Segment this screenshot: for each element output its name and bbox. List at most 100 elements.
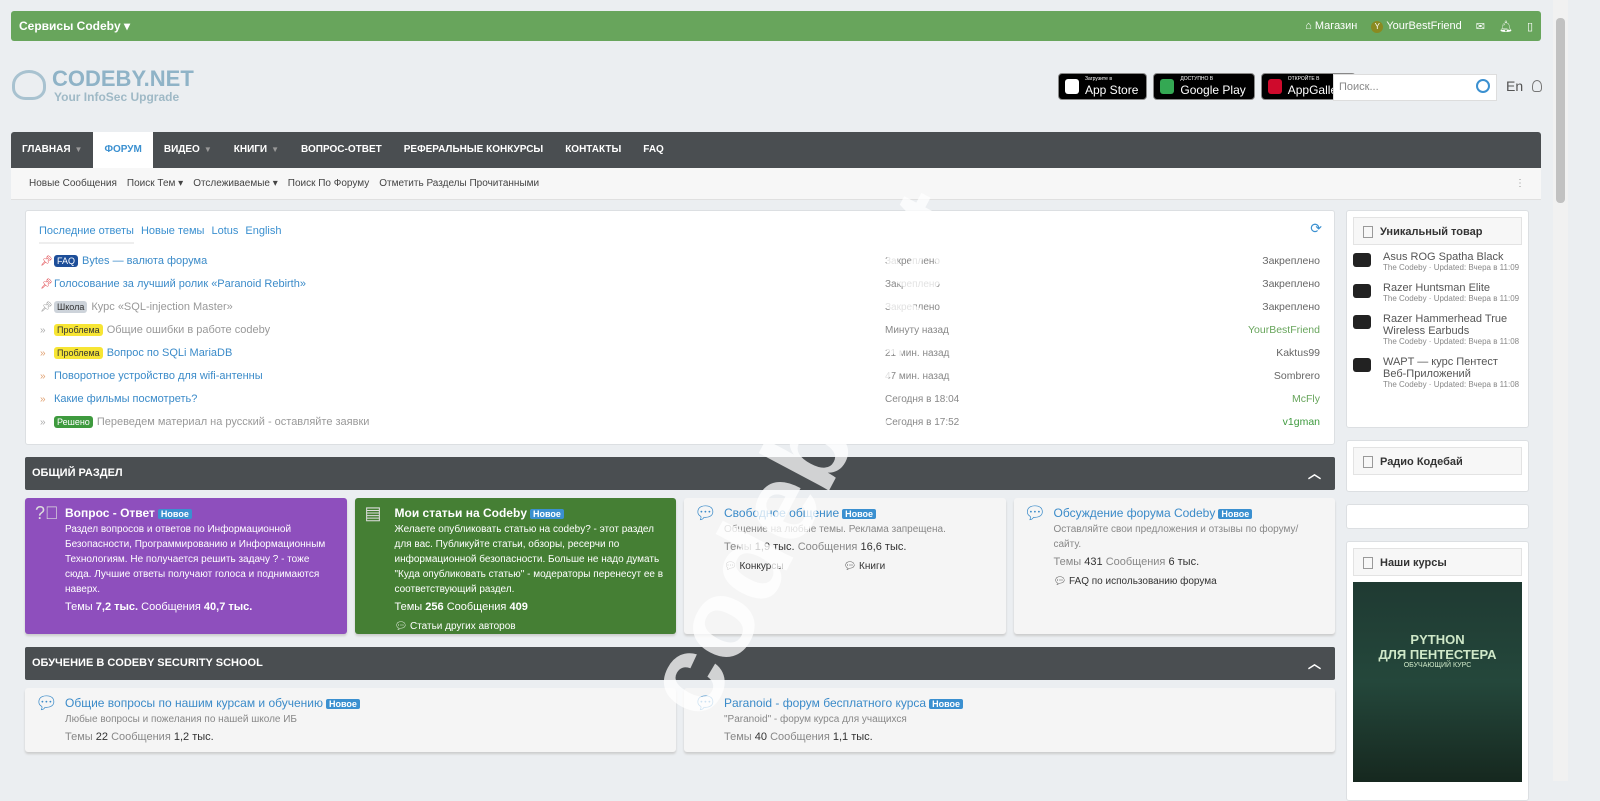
forum-title[interactable]: Вопрос - Ответ Новое <box>65 506 337 522</box>
recent-thread-row[interactable]: » Проблема Общие ошибки в работе codeby Мин… <box>40 320 1320 340</box>
recent-tab[interactable]: English <box>245 225 281 244</box>
thread-time: Закреплено <box>885 278 940 290</box>
collapse-icon[interactable]: ︿ <box>1308 457 1321 490</box>
thread-title[interactable]: Переведем материал на русский - оставляй… <box>97 416 370 428</box>
subforum-link[interactable]: 💬︎ Конкурсы <box>724 559 784 574</box>
subforum-label: Статьи других авторов <box>409 621 516 632</box>
product-item[interactable]: Razer Huntsman Elite The Codeby · Updated… <box>1353 282 1524 303</box>
thread-title[interactable]: Общие ошибки в работе codeby <box>107 324 271 336</box>
subnav-link[interactable]: Поиск Тем ▾ <box>127 178 183 189</box>
lightbulb-icon[interactable] <box>1532 80 1542 92</box>
collapse-icon[interactable]: ︿ <box>1308 647 1321 680</box>
bell-icon[interactable]: 🔔︎ <box>1499 20 1513 33</box>
forum-card[interactable]: 💬︎ Paranoid - форум бесплатного курса Ново… <box>684 688 1335 752</box>
recent-thread-row[interactable]: 📌︎ Голосование за лучший ролик «Paranoid … <box>40 274 1320 294</box>
subnav-link[interactable]: Отслеживаемые ▾ <box>193 178 278 189</box>
forum-title[interactable]: Общие вопросы по нашим курсам и обучению… <box>65 696 666 712</box>
thread-user[interactable]: Kaktus99 <box>1276 347 1320 359</box>
product-item[interactable]: Asus ROG Spatha Black The Codeby · Update… <box>1353 251 1524 272</box>
thread-title[interactable]: Голосование за лучший ролик «Paranoid Re… <box>54 278 306 290</box>
scrollbar[interactable] <box>1553 0 1568 781</box>
subforum-link[interactable]: 💬︎ Статьи других авторов <box>395 619 516 634</box>
thread-user[interactable]: YourBestFriend <box>1248 324 1320 336</box>
prefix-label: FAQ <box>54 255 79 267</box>
subforum-link[interactable]: 💬︎ FAQ по использованию форума <box>1054 574 1217 589</box>
thread-user[interactable]: v1gman <box>1283 416 1320 428</box>
chevron-down-icon[interactable]: ▼ <box>204 145 212 154</box>
thread-title[interactable]: Вопрос по SQLi MariaDB <box>107 347 233 359</box>
thread-title[interactable]: Какие фильмы посмотреть? <box>54 393 197 405</box>
top-services-bar: Сервисы Codeby ▾ ⌂ Магазин Y YourBestFrie… <box>11 11 1541 41</box>
recent-thread-row[interactable]: 📌︎ FAQ Bytes — валюта форума Закреплено Закр… <box>40 251 1320 271</box>
thread-user[interactable]: Закреплено <box>1262 301 1320 313</box>
nav-tab[interactable]: Реферальные конкурсы <box>393 132 554 168</box>
store-badge[interactable]: ДОСТУПНО В Google Play <box>1153 73 1255 100</box>
recent-thread-row[interactable]: 📌︎ Школа Курс «SQL-injection Master» Закреп… <box>40 297 1320 317</box>
new-badge: Новое <box>929 699 963 709</box>
forum-card[interactable]: 💬︎ Свободное общение Новое Общение на любые… <box>684 498 1006 634</box>
subforum-link[interactable]: 💬︎ Книги <box>844 559 886 574</box>
forum-card[interactable]: 💬︎ Общие вопросы по нашим курсам и обучен… <box>25 688 676 752</box>
nav-tab[interactable]: Главная ▼ <box>11 132 93 168</box>
subnav-link[interactable]: Отметить Разделы Прочитанными <box>379 178 539 189</box>
product-name[interactable]: Razer Hammerhead True Wireless Earbuds <box>1383 313 1524 337</box>
nav-tab[interactable]: Видео ▼ <box>153 132 223 168</box>
section-header[interactable]: Обучение в Codeby Security School ︿ <box>25 647 1335 680</box>
forum-title[interactable]: Мои статьи на Codeby Новое <box>395 506 667 522</box>
forum-title[interactable]: Paranoid - форум бесплатного курса Новое <box>724 696 1325 712</box>
course-banner[interactable]: PYTHON ДЛЯ ПЕНТЕСТЕРА ОБУЧАЮЩИЙ КУРС <box>1353 582 1522 782</box>
recent-thread-row[interactable]: » Решено Переведем материал на русский - о… <box>40 412 1320 432</box>
thread-title[interactable]: Курс «SQL-injection Master» <box>91 301 232 313</box>
thread-user[interactable]: McFly <box>1292 393 1320 405</box>
recent-thread-row[interactable]: » Проблема Вопрос по SQLi MariaDB 21 мин. н… <box>40 343 1320 363</box>
nav-tab[interactable]: Вопрос-ответ <box>290 132 393 168</box>
inbox-icon[interactable]: ✉ <box>1476 20 1485 33</box>
thread-title[interactable]: Bytes — валюта форума <box>82 255 207 267</box>
forum-card[interactable]: ?⃝ Вопрос - Ответ Новое Раздел вопросов и о… <box>25 498 347 634</box>
recent-thread-row[interactable]: » Поворотное устройство для wifi-антенны 4… <box>40 366 1320 386</box>
subforums: 💬︎ FAQ по использованию форума <box>1054 574 1326 589</box>
recent-tab[interactable]: Lotus <box>211 225 238 244</box>
services-label: Сервисы Codeby <box>19 19 121 33</box>
chevron-down-icon[interactable]: ▼ <box>271 145 279 154</box>
product-name[interactable]: WAPT — курс Пентест Веб-Приложений <box>1383 356 1524 380</box>
nav-tab[interactable]: Книги ▼ <box>223 132 290 168</box>
shop-link[interactable]: ⌂ Магазин <box>1305 20 1357 32</box>
subnav-link[interactable]: Новые Сообщения <box>29 178 117 189</box>
chevron-down-icon[interactable]: ▼ <box>75 145 83 154</box>
nav-tab[interactable]: Контакты <box>554 132 632 168</box>
forum-title[interactable]: Обсуждение форума Codeby Новое <box>1054 506 1326 522</box>
section-header[interactable]: Общий раздел ︿ <box>25 457 1335 490</box>
language-switch[interactable]: En <box>1506 78 1523 94</box>
recent-tab[interactable]: Последние ответы <box>39 225 134 244</box>
store-badge[interactable]: Загрузите в App Store <box>1058 73 1148 100</box>
forum-card[interactable]: ▤ Мои статьи на Codeby Новое Желаете опубли… <box>354 498 676 634</box>
product-thumbnail <box>1353 358 1371 372</box>
search-input[interactable]: Поиск... <box>1333 74 1497 101</box>
thread-user[interactable]: Закреплено <box>1262 255 1320 267</box>
recent-thread-row[interactable]: » Какие фильмы посмотреть? Сегодня в 18:04… <box>40 389 1320 409</box>
nav-tab[interactable]: Форум <box>93 132 153 168</box>
search-placeholder: Поиск... <box>1339 81 1379 93</box>
product-item[interactable]: Razer Hammerhead True Wireless Earbuds Th… <box>1353 313 1524 346</box>
nav-tab-label: Видео <box>163 144 200 155</box>
search-icon[interactable] <box>1476 79 1490 93</box>
recent-tab[interactable]: Новые темы <box>141 225 205 244</box>
forum-title[interactable]: Свободное общение Новое <box>724 506 996 522</box>
subnav-link[interactable]: Поиск По Форуму <box>288 178 370 189</box>
thread-title[interactable]: Поворотное устройство для wifi-антенны <box>54 370 263 382</box>
user-menu[interactable]: Y YourBestFriend <box>1371 20 1462 33</box>
forum-card[interactable]: 💬︎ Обсуждение форума Codeby Новое Оставляйт… <box>1013 498 1335 634</box>
site-logo[interactable]: CODEBY.NET Your InfoSec Upgrade <box>12 68 194 104</box>
product-name[interactable]: Asus ROG Spatha Black <box>1383 251 1524 263</box>
services-menu[interactable]: Сервисы Codeby ▾ <box>19 19 130 33</box>
nav-tab[interactable]: FAQ <box>632 132 675 168</box>
scrollbar-thumb[interactable] <box>1556 18 1565 203</box>
product-name[interactable]: Razer Huntsman Elite <box>1383 282 1524 294</box>
product-item[interactable]: WAPT — курс Пентест Веб-Приложений The Co… <box>1353 356 1524 389</box>
thread-user[interactable]: Закреплено <box>1262 278 1320 290</box>
bookmark-icon[interactable]: ▯ <box>1527 20 1533 33</box>
more-options-icon[interactable]: ⋮ <box>1515 178 1525 189</box>
thread-user[interactable]: Sombrero <box>1274 370 1320 382</box>
refresh-icon[interactable]: ⟳ <box>1310 220 1322 237</box>
